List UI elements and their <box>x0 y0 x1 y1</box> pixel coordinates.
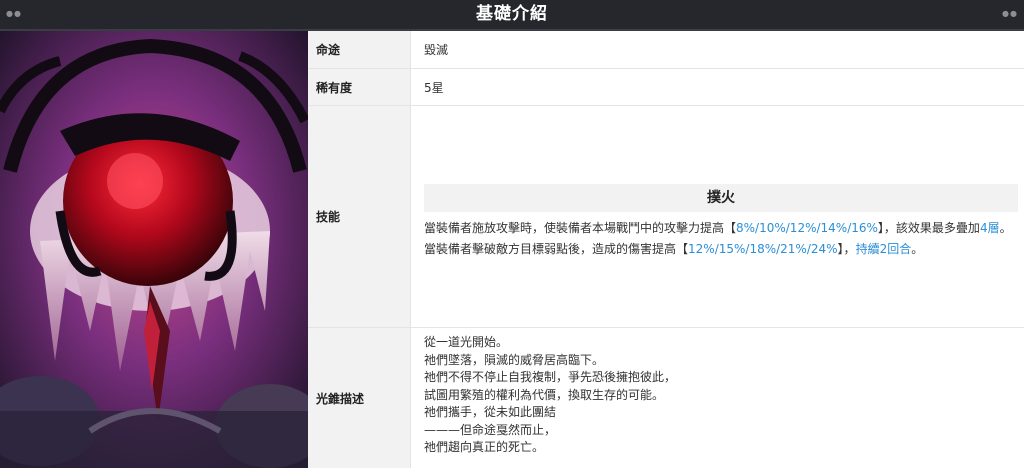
lore-cell: 從一道光開始。 祂們墜落，隕滅的威脅居高臨下。 祂們不得不停止自我複制，爭先恐後… <box>412 328 1024 468</box>
lore-line: 試圖用繁殖的權利為代價，換取生存的可能。 <box>424 387 665 402</box>
rarity-value: 5星 <box>424 80 444 95</box>
skill-stack-value: 4層 <box>979 221 1000 235</box>
lore-text: 從一道光開始。 祂們墜落，隕滅的威脅居高臨下。 祂們不得不停止自我複制，爭先恐後… <box>424 334 676 457</box>
row-rarity: 稀有度 5星 <box>308 69 1024 106</box>
lore-line: 祂們趨向真正的死亡。 <box>424 440 545 454</box>
lore-line: ———但命途戛然而止， <box>424 422 557 437</box>
skill-atk-values: 8%/10%/12%/14%/16% <box>736 221 878 235</box>
skill-desc-text-4: 】， <box>837 242 856 256</box>
section-header: ●● 基礎介紹 ●● <box>0 0 1024 31</box>
cone-artwork <box>0 31 308 468</box>
lore-line: 從一道光開始。 <box>424 335 509 349</box>
skill-desc-text-1: 當裝備者施放攻擊時，使裝備者本場戰鬥中的攻擊力提高【 <box>424 221 737 235</box>
info-table: 命途 毀滅 稀有度 5星 技能 撲火 當裝備者施放攻擊時，使裝備者本場戰鬥中的攻… <box>308 31 1024 468</box>
path-label: 命途 <box>308 31 411 68</box>
skill-name: 撲火 <box>424 184 1018 212</box>
row-skill: 技能 撲火 當裝備者施放攻擊時，使裝備者本場戰鬥中的攻擊力提高【8%/10%/1… <box>308 106 1024 328</box>
lore-line: 祂們不得不停止自我複制，爭先恐後擁抱彼此， <box>424 370 677 384</box>
skill-box: 撲火 當裝備者施放攻擊時，使裝備者本場戰鬥中的攻擊力提高【8%/10%/12%/… <box>424 184 1018 260</box>
lore-line: 祂們墜落，隕滅的威脅居高臨下。 <box>424 352 605 367</box>
skill-duration-value: 持續2回合 <box>855 242 912 256</box>
row-path: 命途 毀滅 <box>308 31 1024 69</box>
rarity-label: 稀有度 <box>308 69 411 105</box>
skill-label: 技能 <box>308 106 411 327</box>
skill-desc-text-5: 。 <box>911 242 924 256</box>
header-decoration-right: ●● <box>1002 9 1018 18</box>
skill-dmg-values: 12%/15%/18%/21%/24% <box>688 242 838 256</box>
row-lore: 光錐描述 從一道光開始。 祂們墜落，隕滅的威脅居高臨下。 祂們不得不停止自我複制… <box>308 328 1024 468</box>
skill-desc-text-2: 】，該效果最多疊加 <box>877 221 980 235</box>
skill-cell: 撲火 當裝備者施放攻擊時，使裝備者本場戰鬥中的攻擊力提高【8%/10%/12%/… <box>412 106 1024 327</box>
lore-line: 祂們攜手，從未如此團結 <box>424 405 557 419</box>
section-title: 基礎介紹 <box>476 4 548 24</box>
skill-description: 當裝備者施放攻擊時，使裝備者本場戰鬥中的攻擊力提高【8%/10%/12%/14%… <box>424 218 1018 260</box>
path-value: 毀滅 <box>424 43 449 57</box>
lore-label: 光錐描述 <box>308 328 411 468</box>
